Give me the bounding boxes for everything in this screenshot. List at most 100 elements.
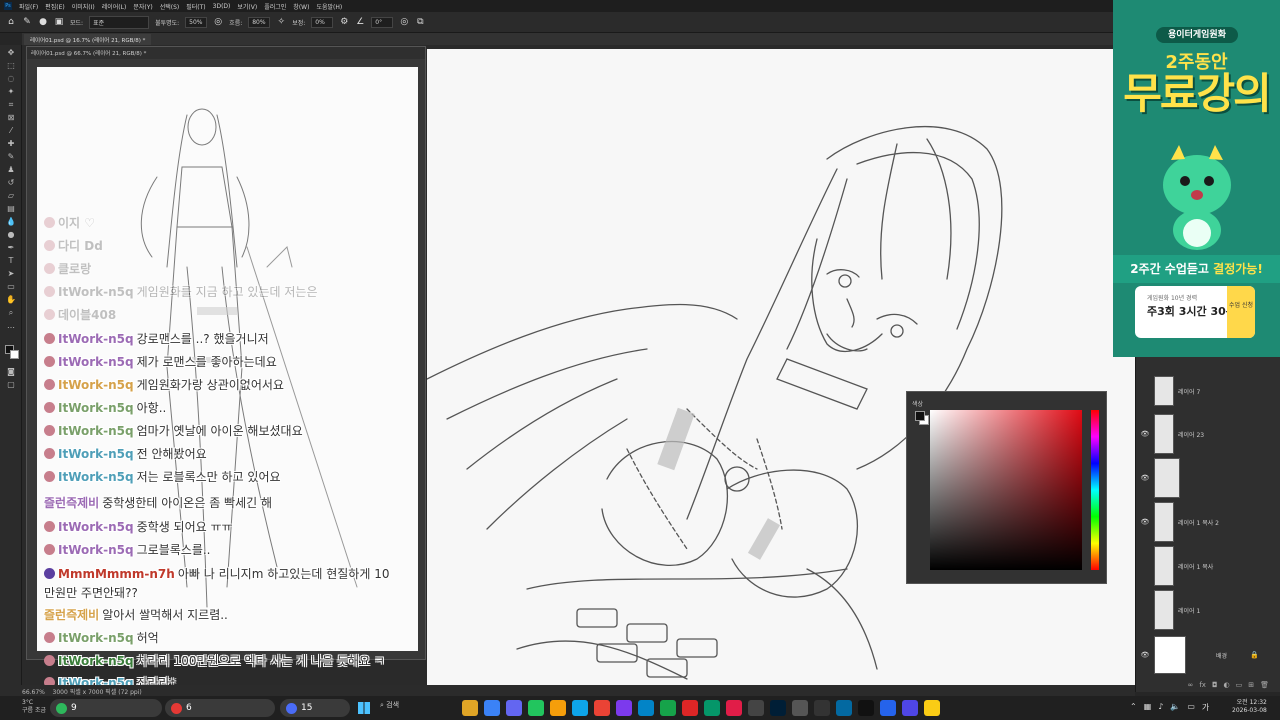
move-tool-icon[interactable]: ✥ [5, 48, 17, 58]
angle-field[interactable]: 0° [371, 16, 394, 28]
widget-pill-1[interactable]: 9 [50, 699, 162, 717]
menu-edit[interactable]: 편집(E) [45, 2, 65, 11]
mode-select[interactable]: 표준 [89, 15, 150, 29]
speaker-icon[interactable]: 🔈 [1170, 702, 1180, 713]
app-icon[interactable] [880, 700, 896, 716]
windows-start-icon[interactable] [358, 702, 370, 714]
layer-row-background[interactable]: 👁 배경 🔒 [1136, 633, 1280, 677]
crop-tool-icon[interactable]: ⌗ [5, 100, 17, 110]
mask-icon[interactable]: ◘ [1212, 681, 1218, 692]
quick-mask-icon[interactable]: ◙ [5, 367, 17, 377]
pressure-opacity-icon[interactable]: ◎ [213, 17, 223, 27]
app-icon[interactable] [902, 700, 918, 716]
edge-icon[interactable] [638, 700, 654, 716]
app-icon[interactable] [814, 700, 830, 716]
link-icon[interactable]: ∞ [1188, 681, 1194, 692]
adjustment-icon[interactable]: ◐ [1224, 681, 1230, 692]
app-icon[interactable] [528, 700, 544, 716]
microphone-icon[interactable]: ♪ [1158, 702, 1163, 713]
folder-icon[interactable]: ▭ [1236, 681, 1243, 692]
menu-image[interactable]: 이미지(I) [72, 2, 95, 11]
path-select-icon[interactable]: ➤ [5, 269, 17, 279]
menu-layer[interactable]: 레이어(L) [102, 2, 127, 11]
network-icon[interactable]: ▦ [1144, 702, 1152, 713]
menu-file[interactable]: 파일(F) [19, 2, 38, 11]
app-icon[interactable] [462, 700, 478, 716]
app-icon[interactable] [506, 700, 522, 716]
type-tool-icon[interactable]: T [5, 256, 17, 266]
menu-window[interactable]: 창(W) [293, 2, 309, 11]
eye-icon[interactable]: 👁 [1136, 430, 1154, 438]
ad-cta-button[interactable]: 수업 신청 [1227, 286, 1255, 338]
eraser-tool-icon[interactable]: ▱ [5, 191, 17, 201]
eyedropper-tool-icon[interactable]: ⁄ [5, 126, 17, 136]
photoshop-icon[interactable] [770, 700, 786, 716]
layer-row[interactable]: 레이어 7 [1136, 369, 1280, 413]
screen-mode-icon[interactable]: ▢ [5, 380, 17, 390]
main-canvas[interactable] [427, 49, 1135, 689]
menu-3d[interactable]: 3D(D) [213, 3, 231, 10]
history-brush-icon[interactable]: ↺ [5, 178, 17, 188]
foreground-color-swatch[interactable] [915, 411, 925, 421]
menu-type[interactable]: 문자(Y) [133, 2, 152, 11]
app-icon[interactable] [924, 700, 940, 716]
chrome-icon[interactable] [594, 700, 610, 716]
layer-row[interactable]: 👁 레이어 1 복사 2 [1136, 500, 1280, 544]
eye-icon[interactable]: 👁 [1136, 651, 1154, 659]
marquee-tool-icon[interactable]: ⬚ [5, 61, 17, 71]
app-icon[interactable] [748, 700, 764, 716]
layer-row[interactable]: 👁 레이어 23 [1136, 412, 1280, 456]
layer-row[interactable]: 레이어 1 [1136, 588, 1280, 632]
pen-tool-icon[interactable]: ✒ [5, 243, 17, 253]
smoothing-field[interactable]: 0% [311, 16, 334, 28]
battery-icon[interactable]: ▭ [1187, 702, 1195, 713]
lock-icon[interactable]: 🔒 [1250, 651, 1259, 659]
brush-tool-icon[interactable]: ✎ [5, 152, 17, 162]
airbrush-icon[interactable]: ✧ [276, 17, 286, 27]
widget-pill-3[interactable]: 15 [280, 699, 350, 717]
frame-tool-icon[interactable]: ⊠ [5, 113, 17, 123]
folder-icon[interactable] [550, 700, 566, 716]
hue-slider[interactable] [1091, 410, 1099, 570]
pressure-size-icon[interactable]: ◎ [399, 17, 409, 27]
app-icon[interactable] [858, 700, 874, 716]
symmetry-icon[interactable]: ⧉ [415, 17, 425, 27]
chevron-up-icon[interactable]: ⌃ [1130, 702, 1137, 713]
weather-widget[interactable]: 3°C 구름 조금 [22, 699, 46, 715]
app-icon[interactable] [616, 700, 632, 716]
zoom-level[interactable]: 66.67% [22, 689, 45, 696]
widget-pill-2[interactable]: 6 [165, 699, 275, 717]
reference-window-title[interactable]: 레이어01.psd @ 66.7% (레이어 21, RGB/8) * [27, 47, 425, 59]
eye-icon[interactable]: 👁 [1136, 518, 1154, 526]
tab-document[interactable]: 레이어01.psd @ 16.7% (레이어 21, RGB/8) * [24, 34, 152, 45]
eye-icon[interactable]: 👁 [1136, 474, 1154, 482]
brush-tool-icon[interactable]: ✎ [22, 17, 32, 27]
healing-tool-icon[interactable]: ✚ [5, 139, 17, 149]
more-tools-icon[interactable]: … [5, 321, 17, 331]
new-layer-icon[interactable]: ⊞ [1248, 681, 1254, 692]
blur-tool-icon[interactable]: 💧 [5, 217, 17, 227]
language-icon[interactable]: 가 [1202, 702, 1209, 713]
taskbar-search[interactable]: ⌕ 검색 [380, 700, 399, 710]
app-icon[interactable] [726, 700, 742, 716]
menu-plugins[interactable]: 플러그인 [264, 2, 286, 11]
opacity-field[interactable]: 50% [185, 16, 208, 28]
menu-help[interactable]: 도움말(H) [316, 2, 342, 11]
hand-tool-icon[interactable]: ✋ [5, 295, 17, 305]
ad-banner[interactable]: 용이터게임원화 2주동안 무료강의 2주간 수업듣고 결정가능! 게임원화 10… [1113, 0, 1280, 357]
zoom-tool-icon[interactable]: ⌕ [5, 308, 17, 318]
layer-row[interactable]: 👁 [1136, 456, 1280, 500]
quick-select-tool-icon[interactable]: ✦ [5, 87, 17, 97]
stamp-tool-icon[interactable]: ♟ [5, 165, 17, 175]
app-icon[interactable] [484, 700, 500, 716]
menu-select[interactable]: 선택(S) [160, 2, 180, 11]
saturation-brightness-field[interactable] [930, 410, 1082, 570]
fx-icon[interactable]: fx [1199, 681, 1206, 692]
ad-card[interactable]: 게임원화 10년 경력 주3회 3시간 30분 수업 신청 [1135, 286, 1255, 338]
app-icon[interactable] [704, 700, 720, 716]
background-color-swatch[interactable] [10, 350, 19, 359]
gradient-tool-icon[interactable]: ▤ [5, 204, 17, 214]
gear-icon[interactable]: ⚙ [339, 17, 349, 27]
app-icon[interactable] [572, 700, 588, 716]
menu-view[interactable]: 보기(V) [237, 2, 257, 11]
